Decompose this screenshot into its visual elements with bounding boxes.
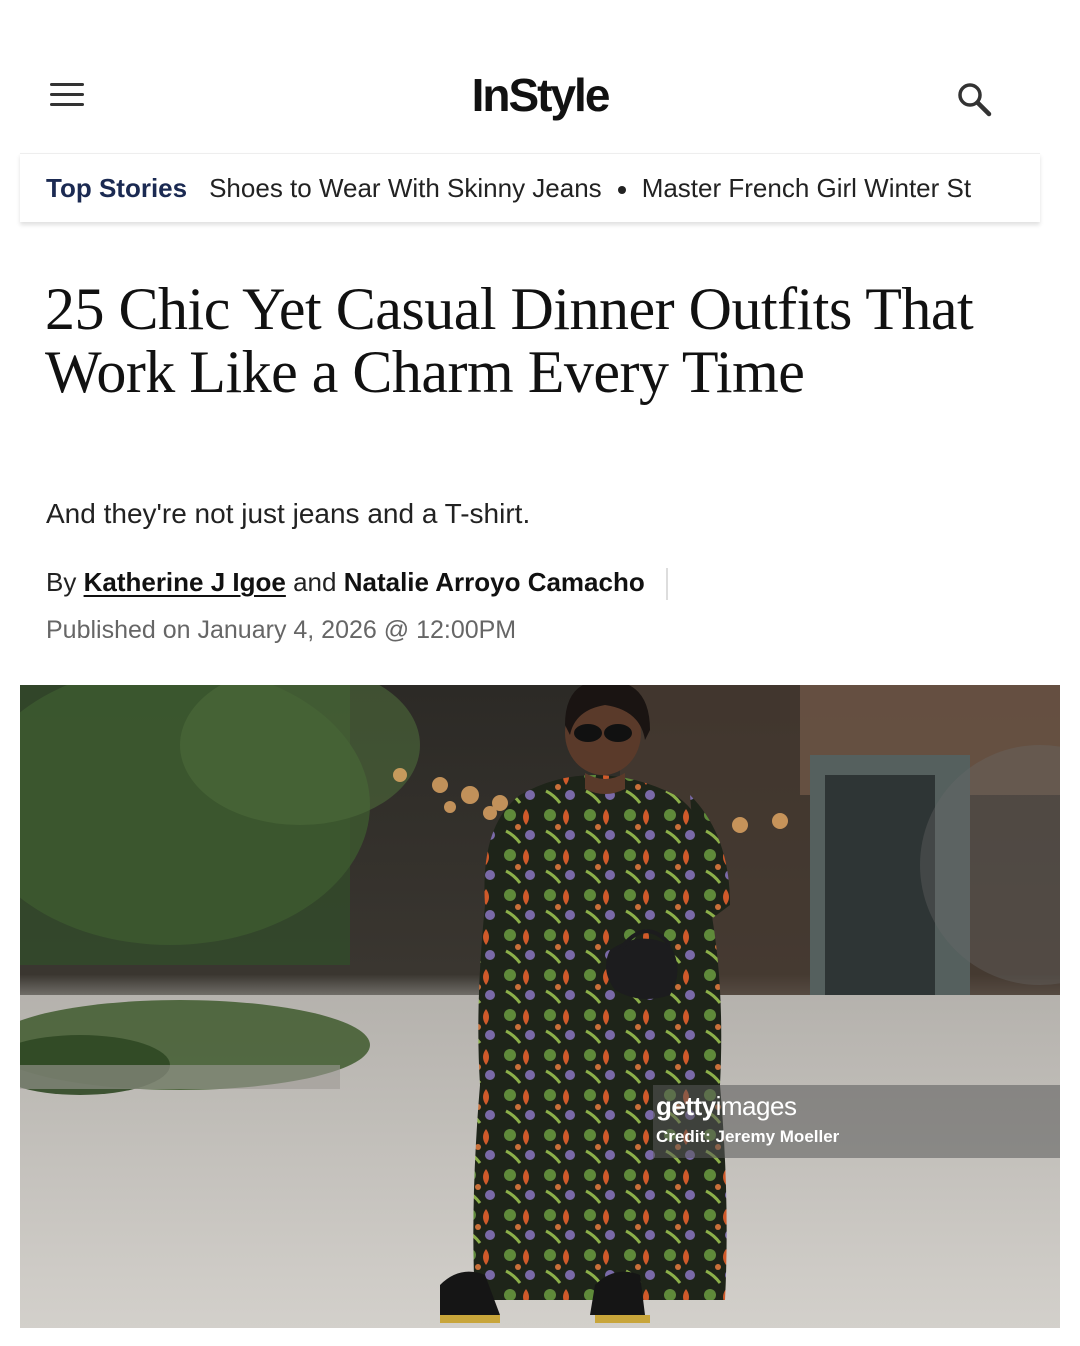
- article-title: 25 Chic Yet Casual Dinner Outfits That W…: [45, 276, 974, 405]
- author-link[interactable]: Katherine J Igoe: [84, 567, 286, 597]
- published-date: Published on January 4, 2026 @ 12:00PM: [46, 616, 517, 644]
- byline-prefix: By: [46, 567, 77, 597]
- top-stories-bar: Top Stories Shoes to Wear With Skinny Jea…: [20, 153, 1040, 222]
- separator-dot: [617, 186, 626, 195]
- search-icon[interactable]: [955, 80, 995, 120]
- photo-credit: Credit: Jeremy Moeller: [656, 1127, 840, 1146]
- byline-divider: [665, 568, 668, 601]
- site-header: InStyle: [0, 0, 1080, 150]
- byline: By Katherine J Igoe and Natalie Arroyo C…: [46, 567, 668, 601]
- top-story-link[interactable]: Shoes to Wear With Skinny Jeans: [209, 173, 602, 203]
- article-subtitle: And they're not just jeans and a T-shirt…: [46, 498, 531, 529]
- top-story-link[interactable]: Master French Girl Winter St: [642, 173, 971, 203]
- fade-overlay: [980, 154, 1040, 222]
- author-name: Natalie Arroyo Camacho: [343, 567, 645, 597]
- byline-and: and: [293, 567, 337, 597]
- getty-images-logo: gettyimages: [656, 1091, 797, 1121]
- hero-image: gettyimages Credit: Jeremy Moeller: [20, 685, 1060, 1328]
- street-style-photo: [20, 685, 1060, 1328]
- site-logo[interactable]: InStyle: [0, 68, 1080, 122]
- top-stories-label: Top Stories: [46, 173, 188, 203]
